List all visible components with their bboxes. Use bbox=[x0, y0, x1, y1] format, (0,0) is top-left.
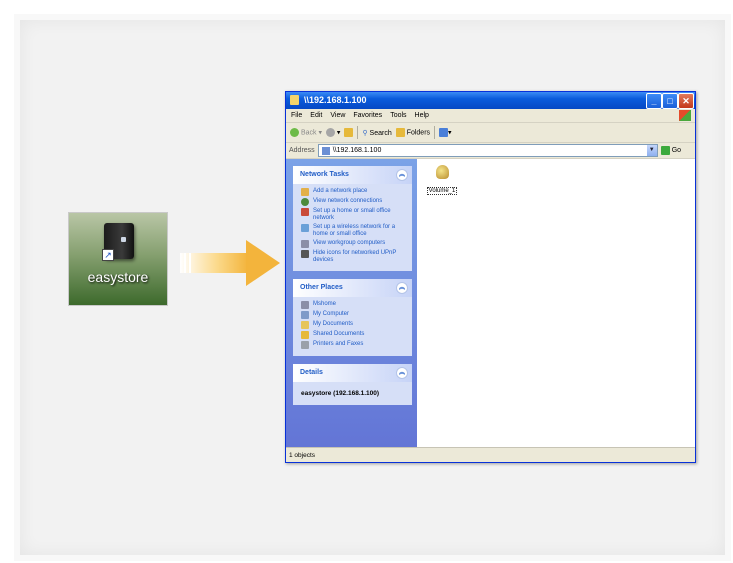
toolbar: Back ▾ ▾ ⚲ Search Folders ▾ bbox=[286, 123, 695, 143]
menu-help[interactable]: Help bbox=[415, 112, 429, 119]
folders-icon bbox=[395, 128, 405, 137]
menu-view[interactable]: View bbox=[330, 112, 345, 119]
other-places-header[interactable]: Other Places ︽ bbox=[293, 279, 412, 297]
menu-file[interactable]: File bbox=[291, 112, 302, 119]
shared-folder-icon bbox=[301, 331, 309, 339]
home-network-icon bbox=[301, 208, 309, 216]
status-bar: 1 objects bbox=[286, 447, 695, 462]
task-setup-home-network[interactable]: Set up a home or small office network bbox=[301, 208, 408, 222]
collapse-chevron-icon[interactable]: ︽ bbox=[396, 169, 408, 181]
task-hide-upnp-icons[interactable]: Hide icons for networked UPnP devices bbox=[301, 250, 408, 264]
menu-edit[interactable]: Edit bbox=[310, 112, 322, 119]
explorer-window: \\192.168.1.100 _ □ ✕ File Edit View Fav… bbox=[285, 91, 696, 463]
go-button[interactable]: Go bbox=[660, 146, 681, 155]
workgroup-icon bbox=[301, 240, 309, 248]
address-bar: Address \\192.168.1.100 ▼ Go bbox=[286, 143, 695, 159]
menu-favorites[interactable]: Favorites bbox=[353, 112, 382, 119]
views-button[interactable]: ▾ bbox=[439, 128, 452, 137]
place-mshome[interactable]: Mshome bbox=[301, 301, 408, 309]
computer-icon bbox=[301, 311, 309, 319]
volume-item[interactable]: Volume_1 bbox=[425, 165, 459, 197]
collapse-chevron-icon[interactable]: ︽ bbox=[396, 367, 408, 379]
folders-button[interactable]: Folders bbox=[395, 128, 430, 137]
place-shared-documents[interactable]: Shared Documents bbox=[301, 331, 408, 339]
forward-icon bbox=[325, 128, 335, 137]
close-button[interactable]: ✕ bbox=[678, 93, 694, 109]
task-pane: Network Tasks ︽ Add a network place View… bbox=[286, 159, 417, 447]
network-icon bbox=[321, 146, 330, 155]
other-places-panel: Other Places ︽ Mshome My Computer My Doc… bbox=[293, 279, 412, 356]
file-view: Volume_1 bbox=[417, 159, 695, 447]
title-bar[interactable]: \\192.168.1.100 _ □ ✕ bbox=[286, 92, 695, 109]
back-icon bbox=[290, 128, 299, 137]
task-view-workgroup-computers[interactable]: View workgroup computers bbox=[301, 240, 408, 248]
workgroup-icon bbox=[301, 301, 309, 309]
documents-folder-icon bbox=[301, 321, 309, 329]
details-panel: Details ︽ easystore (192.168.1.100) bbox=[293, 364, 412, 405]
window-title: \\192.168.1.100 bbox=[304, 95, 367, 105]
wireless-network-icon bbox=[301, 224, 309, 232]
place-printers-faxes[interactable]: Printers and Faxes bbox=[301, 341, 408, 349]
network-tasks-panel: Network Tasks ︽ Add a network place View… bbox=[293, 166, 412, 271]
details-text: easystore (192.168.1.100) bbox=[301, 390, 380, 397]
go-arrow-icon bbox=[660, 146, 670, 155]
network-tasks-header[interactable]: Network Tasks ︽ bbox=[293, 166, 412, 184]
address-dropdown-button[interactable]: ▼ bbox=[646, 145, 657, 156]
menu-bar: File Edit View Favorites Tools Help bbox=[286, 109, 695, 123]
place-my-documents[interactable]: My Documents bbox=[301, 321, 408, 329]
shared-volume-icon bbox=[435, 165, 449, 179]
windows-logo-icon bbox=[679, 110, 691, 121]
easystore-shortcut-icon[interactable]: ↗ easystore bbox=[68, 212, 168, 306]
maximize-button[interactable]: □ bbox=[662, 93, 678, 109]
search-button[interactable]: ⚲ Search bbox=[362, 129, 391, 137]
search-icon: ⚲ bbox=[362, 129, 368, 137]
details-header[interactable]: Details ︽ bbox=[293, 364, 412, 382]
menu-tools[interactable]: Tools bbox=[390, 112, 406, 119]
task-setup-wireless-network[interactable]: Set up a wireless network for a home or … bbox=[301, 224, 408, 238]
minimize-button[interactable]: _ bbox=[646, 93, 662, 109]
content-area: Network Tasks ︽ Add a network place View… bbox=[286, 159, 695, 447]
toolbar-separator bbox=[434, 126, 436, 139]
task-add-network-place[interactable]: Add a network place bbox=[301, 188, 408, 196]
folder-up-icon bbox=[344, 128, 354, 137]
address-label: Address bbox=[289, 147, 315, 154]
up-button[interactable] bbox=[344, 128, 354, 137]
address-value: \\192.168.1.100 bbox=[332, 147, 382, 154]
shortcut-arrow-icon: ↗ bbox=[102, 249, 114, 261]
network-folder-icon bbox=[290, 95, 299, 105]
desktop-icon-label: easystore bbox=[87, 269, 149, 285]
views-icon bbox=[439, 128, 449, 137]
network-place-icon bbox=[301, 188, 309, 196]
forward-button[interactable]: ▾ bbox=[325, 128, 340, 137]
volume-label: Volume_1 bbox=[426, 187, 458, 195]
printer-icon bbox=[301, 341, 309, 349]
back-button[interactable]: Back ▾ bbox=[290, 128, 322, 137]
collapse-chevron-icon[interactable]: ︽ bbox=[396, 282, 408, 294]
address-input[interactable]: \\192.168.1.100 ▼ bbox=[317, 144, 658, 157]
toolbar-separator bbox=[357, 126, 359, 139]
upnp-device-icon bbox=[301, 250, 309, 258]
task-view-network-connections[interactable]: View network connections bbox=[301, 198, 408, 206]
network-connections-icon bbox=[301, 198, 309, 206]
place-my-computer[interactable]: My Computer bbox=[301, 311, 408, 319]
right-arrow-icon bbox=[180, 240, 280, 286]
